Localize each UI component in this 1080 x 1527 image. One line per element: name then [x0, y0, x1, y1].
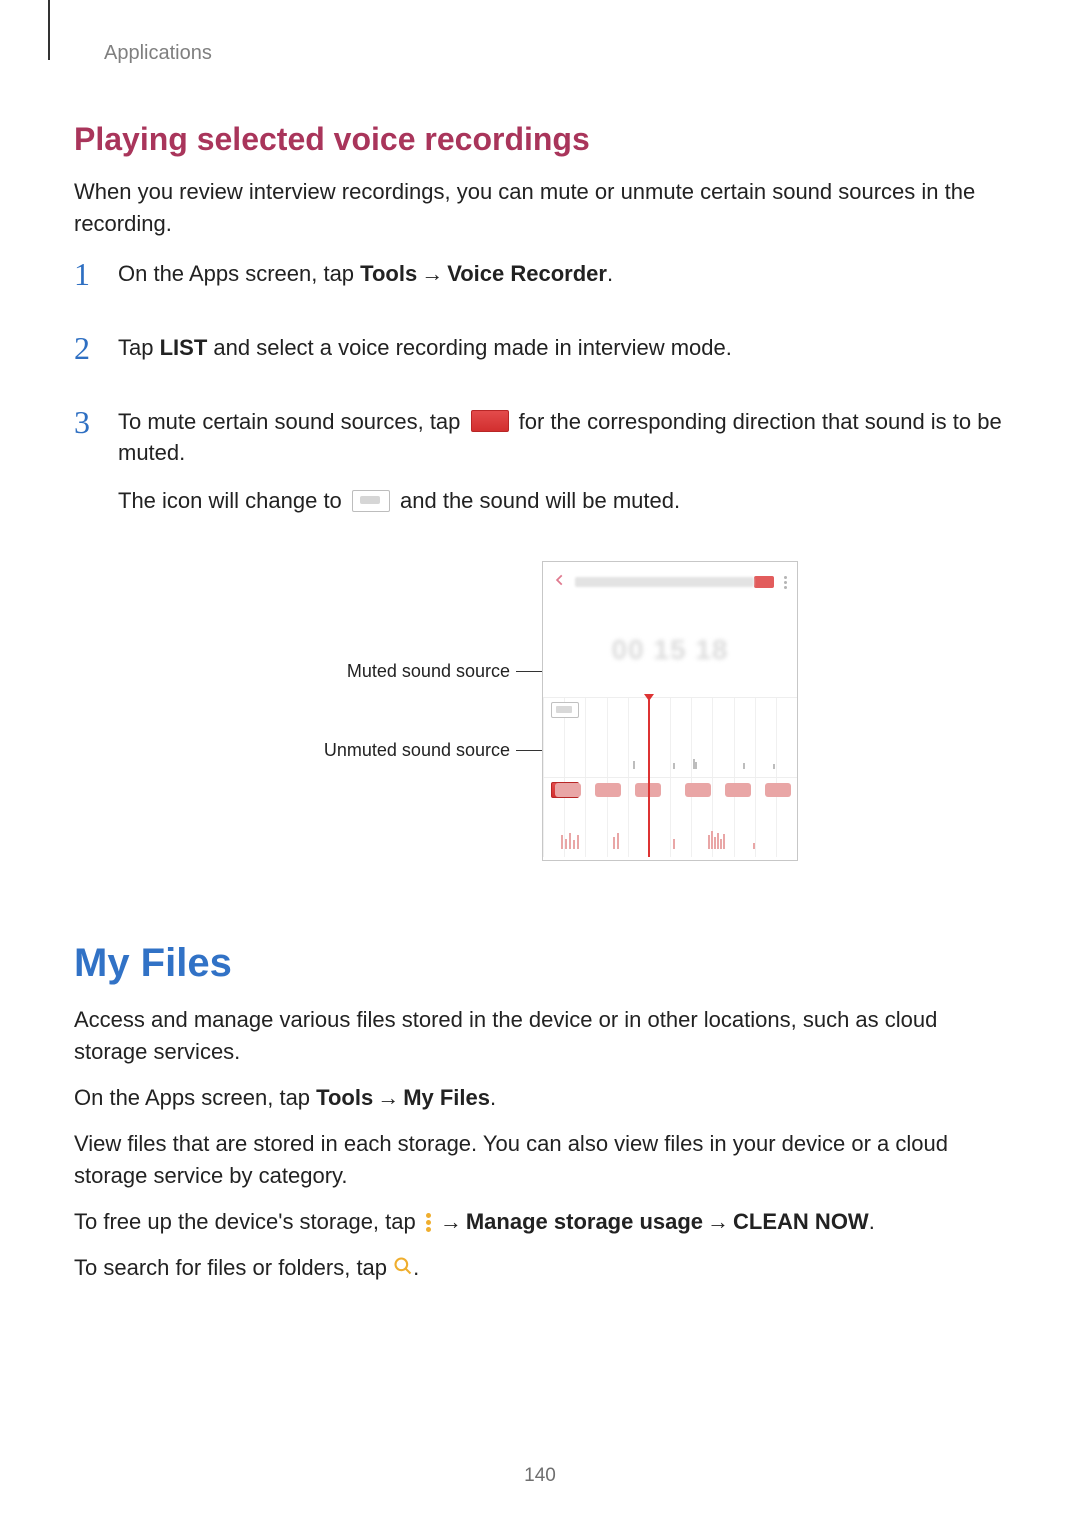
- step1-text: On the Apps screen, tap Tools→Voice Reco…: [118, 258, 1006, 290]
- step2-text: Tap LIST and select a voice recording ma…: [118, 332, 1006, 364]
- phone-header: [543, 562, 797, 602]
- t: To free up the device's storage, tap: [74, 1209, 422, 1234]
- callout-unmuted-label: Unmuted sound source: [324, 740, 510, 761]
- arrow-icon: →: [417, 261, 447, 286]
- step3-text-a: To mute certain sound sources, tap for t…: [118, 406, 1006, 470]
- section-heading-myfiles: My Files: [74, 941, 1006, 986]
- waveform-muted: [543, 747, 797, 769]
- myfiles-p5: To search for files or folders, tap .: [74, 1252, 1006, 1285]
- step-number: 1: [74, 258, 100, 306]
- waveform-blobs: [543, 780, 797, 800]
- tools-label: Tools: [316, 1085, 373, 1110]
- myfiles-p2: On the Apps screen, tap Tools→My Files.: [74, 1082, 1006, 1114]
- step3-text-b: The icon will change to and the sound wi…: [118, 485, 1006, 517]
- muted-source-icon: [352, 490, 390, 512]
- arrow-icon: →: [373, 1085, 403, 1110]
- myfiles-p4: To free up the device's storage, tap →Ma…: [74, 1206, 1006, 1238]
- t: .: [869, 1209, 875, 1234]
- time-display: 00 15 18: [543, 602, 797, 697]
- clean-now-label: CLEAN NOW: [733, 1209, 869, 1234]
- t: The icon will change to: [118, 488, 348, 513]
- page-number: 140: [0, 1465, 1080, 1487]
- unmuted-source-icon: [471, 410, 509, 432]
- side-rule: [48, 0, 50, 60]
- t: On the Apps screen, tap: [118, 261, 360, 286]
- arrow-icon: →: [703, 1209, 733, 1234]
- phone-screenshot: 00 15 18: [542, 561, 798, 861]
- section1-intro: When you review interview recordings, yo…: [74, 176, 1006, 240]
- list-label: LIST: [160, 335, 208, 360]
- t: and select a voice recording made in int…: [207, 335, 732, 360]
- t: .: [413, 1255, 419, 1280]
- waveform-unmuted: [543, 827, 797, 849]
- t: .: [607, 261, 613, 286]
- myfiles-p1: Access and manage various files stored i…: [74, 1004, 1006, 1068]
- recording-title-blur: [575, 577, 754, 587]
- manage-storage-label: Manage storage usage: [466, 1209, 703, 1234]
- time-value: 00 15 18: [612, 634, 729, 666]
- t: To mute certain sound sources, tap: [118, 409, 467, 434]
- track-bottom: [543, 777, 797, 857]
- step-number: 3: [74, 406, 100, 534]
- playhead-icon: [648, 697, 650, 857]
- t: On the Apps screen, tap: [74, 1085, 316, 1110]
- search-icon: [393, 1253, 413, 1285]
- arrow-icon: →: [436, 1209, 466, 1234]
- t: and the sound will be muted.: [394, 488, 680, 513]
- t: Tap: [118, 335, 160, 360]
- callout-muted-label: Muted sound source: [347, 661, 510, 682]
- callout-line: [516, 750, 542, 752]
- voice-recorder-label: Voice Recorder: [447, 261, 607, 286]
- tools-label: Tools: [360, 261, 417, 286]
- step-1: 1 On the Apps screen, tap Tools→Voice Re…: [74, 258, 1006, 306]
- back-icon: [553, 573, 567, 592]
- more-icon: [784, 574, 787, 591]
- callout-line: [516, 671, 542, 673]
- step-2: 2 Tap LIST and select a voice recording …: [74, 332, 1006, 380]
- myfiles-label: My Files: [403, 1085, 490, 1110]
- mute-toggle-off-icon: [551, 702, 579, 718]
- callout-muted: Muted sound source: [347, 661, 542, 682]
- voice-recorder-figure: Muted sound source Unmuted sound source …: [74, 561, 1006, 861]
- t: To search for files or folders, tap: [74, 1255, 393, 1280]
- step-3: 3 To mute certain sound sources, tap for…: [74, 406, 1006, 534]
- callout-unmuted: Unmuted sound source: [324, 740, 542, 761]
- more-options-icon: [422, 1211, 436, 1234]
- step-number: 2: [74, 332, 100, 380]
- t: .: [490, 1085, 496, 1110]
- breadcrumb: Applications: [104, 42, 1006, 65]
- track-top: [543, 697, 797, 777]
- section-heading-playing: Playing selected voice recordings: [74, 121, 1006, 158]
- myfiles-p3: View files that are stored in each stora…: [74, 1128, 1006, 1192]
- record-indicator-icon: [754, 576, 774, 588]
